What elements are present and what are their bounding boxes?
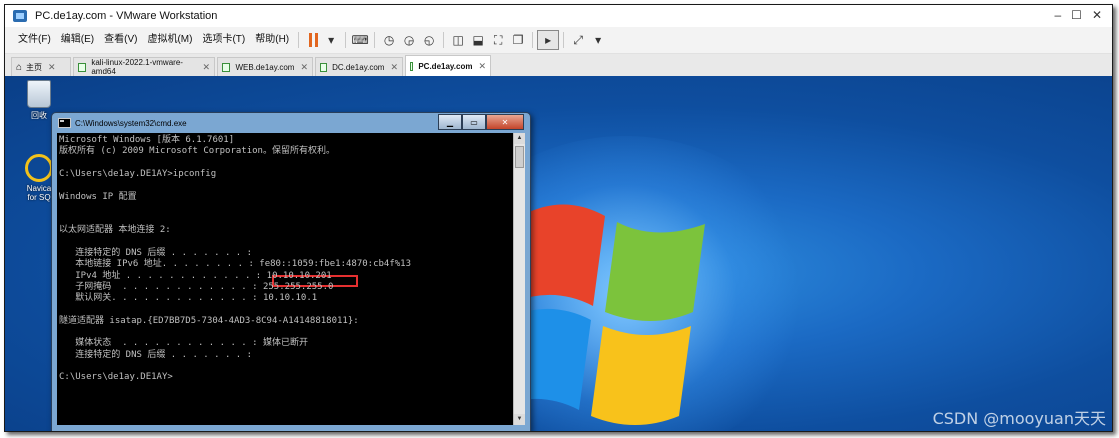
unity-icon[interactable]: ❐	[508, 31, 528, 49]
tab-home[interactable]: ⌂ 主页 ✕	[11, 57, 71, 76]
console-line: 媒体状态 . . . . . . . . . . . . : 媒体已断开	[59, 338, 308, 349]
tab-label: 主页	[26, 62, 43, 72]
tab-web[interactable]: WEB.de1ay.com ✕	[217, 57, 313, 76]
console-line: 本地链接 IPv6 地址. . . . . . . . : fe80::1059…	[59, 259, 412, 270]
console-line: 连接特定的 DNS 后缀 . . . . . . . :	[59, 349, 253, 360]
vmware-logo-icon	[13, 10, 27, 22]
navicat-icon	[25, 154, 53, 182]
recycle-bin-label: 回收	[31, 111, 47, 120]
menu-tabs[interactable]: 选项卡(T)	[197, 31, 250, 49]
pause-icon[interactable]	[309, 33, 321, 47]
menu-edit[interactable]: 编辑(E)	[56, 31, 99, 49]
tab-label: kali-linux-2022.1-vmware-amd64	[91, 58, 183, 76]
close-tab-icon[interactable]: ✕	[300, 62, 308, 73]
console-view-icon[interactable]: ▸	[537, 30, 560, 50]
console-line: 隧道适配器 isatap.{ED7BB7D5-7304-4AD3-8C94-A1…	[59, 315, 359, 326]
toolbar-separator	[443, 32, 445, 48]
vm-icon	[222, 62, 231, 72]
tab-label: DC.de1ay.com	[332, 62, 385, 72]
console-line: 连接特定的 DNS 后缀 . . . . . . . :	[59, 248, 253, 258]
revert-snapshot-icon[interactable]: ◶	[399, 31, 419, 49]
menu-view[interactable]: 查看(V)	[99, 31, 142, 49]
fullscreen-icon[interactable]: ⛶	[488, 31, 508, 49]
cmd-window[interactable]: C:\Windows\system32\cmd.exe ▁ ▭ ✕ Micros…	[51, 112, 531, 431]
tab-kali[interactable]: kali-linux-2022.1-vmware-amd64 ✕	[73, 57, 215, 76]
tab-bar: ⌂ 主页 ✕ kali-linux-2022.1-vmware-amd64 ✕ …	[5, 54, 1112, 76]
scroll-down-icon[interactable]: ▼	[514, 414, 525, 425]
tab-dc[interactable]: DC.de1ay.com ✕	[315, 57, 403, 76]
console-line: 子网掩码 . . . . . . . . . . . . : 255.255.2…	[59, 281, 334, 292]
toolbar-separator	[532, 32, 534, 48]
tab-pc[interactable]: PC.de1ay.com ✕	[405, 55, 491, 76]
console-line: 默认网关. . . . . . . . . . . . . : 10.10.10…	[59, 293, 318, 304]
send-keys-icon[interactable]: ⌨	[350, 31, 370, 49]
snapshot-icon[interactable]: ◷	[379, 31, 399, 49]
home-icon: ⌂	[16, 61, 23, 73]
menu-vm[interactable]: 虚拟机(M)	[142, 31, 197, 49]
toolbar-separator	[345, 32, 347, 48]
dropdown-arrow-icon[interactable]: ▾	[321, 31, 341, 49]
cmd-maximize-button[interactable]: ▭	[462, 114, 486, 130]
cmd-title-bar[interactable]: C:\Windows\system32\cmd.exe ▁ ▭ ✕	[52, 113, 530, 133]
cmd-minimize-button[interactable]: ▁	[438, 114, 462, 130]
console-line: Windows IP 配置	[59, 191, 137, 202]
toolbar-separator	[374, 32, 376, 48]
thumbnail-view-icon[interactable]: ⬓	[468, 31, 488, 49]
console-line: C:\Users\de1ay.DE1AY>ipconfig	[59, 168, 217, 179]
console-output[interactable]: Microsoft Windows [版本 6.1.7601] 版权所有 (c) …	[57, 133, 513, 425]
vm-icon	[410, 61, 414, 71]
close-tab-icon[interactable]: ✕	[48, 62, 56, 73]
dropdown-arrow-icon[interactable]: ▾	[588, 31, 608, 49]
close-button[interactable]: ✕	[1092, 8, 1102, 22]
console-line: 版权所有 (c) 2009 Microsoft Corporation。保留所有…	[59, 146, 335, 157]
guest-desktop[interactable]: 回收 Navica for SQ C:\Windows\system32\cmd…	[5, 76, 1112, 431]
stretch-view-icon[interactable]: ⤢	[568, 31, 588, 49]
vmware-window: PC.de1ay.com - VMware Workstation – ☐ ✕ …	[4, 4, 1113, 432]
cmd-close-button[interactable]: ✕	[486, 114, 524, 130]
minimize-button[interactable]: –	[1054, 8, 1061, 22]
toolbar-separator	[298, 32, 300, 48]
console-line: Microsoft Windows [版本 6.1.7601]	[59, 135, 235, 145]
snapshot-manager-icon[interactable]: ◵	[419, 31, 439, 49]
window-controls: – ☐ ✕	[1054, 8, 1102, 22]
cmd-icon	[58, 118, 71, 128]
title-bar: PC.de1ay.com - VMware Workstation – ☐ ✕	[5, 5, 1112, 27]
close-tab-icon[interactable]: ✕	[478, 61, 486, 72]
close-tab-icon[interactable]: ✕	[202, 62, 210, 73]
vm-icon	[78, 62, 87, 72]
close-tab-icon[interactable]: ✕	[390, 62, 398, 73]
sidebar-view-icon[interactable]: ◫	[448, 31, 468, 49]
menu-bar: 文件(F) 编辑(E) 查看(V) 虚拟机(M) 选项卡(T) 帮助(H) ▾ …	[5, 27, 1112, 54]
menu-help[interactable]: 帮助(H)	[250, 31, 294, 49]
cmd-window-controls: ▁ ▭ ✕	[438, 114, 524, 130]
console-line: C:\Users\de1ay.DE1AY>	[59, 372, 173, 383]
maximize-button[interactable]: ☐	[1071, 8, 1082, 22]
tab-label: WEB.de1ay.com	[235, 62, 295, 72]
scroll-up-icon[interactable]: ▲	[514, 133, 525, 144]
console-scrollbar[interactable]: ▲ ▼	[513, 133, 525, 425]
watermark: CSDN @mooyuan天天	[932, 409, 1106, 428]
console-line: 以太网适配器 本地连接 2:	[59, 225, 171, 236]
window-title: PC.de1ay.com - VMware Workstation	[35, 10, 218, 22]
menu-file[interactable]: 文件(F)	[13, 31, 56, 49]
vm-icon	[320, 62, 328, 72]
scroll-thumb[interactable]	[515, 146, 524, 168]
cmd-title: C:\Windows\system32\cmd.exe	[75, 118, 187, 128]
recycle-bin-icon	[27, 80, 51, 108]
tab-label: PC.de1ay.com	[418, 61, 473, 71]
console-line: IPv4 地址 . . . . . . . . . . . . : 10.10.…	[59, 270, 332, 281]
windows-logo-icon	[505, 204, 705, 425]
toolbar-separator	[563, 32, 565, 48]
